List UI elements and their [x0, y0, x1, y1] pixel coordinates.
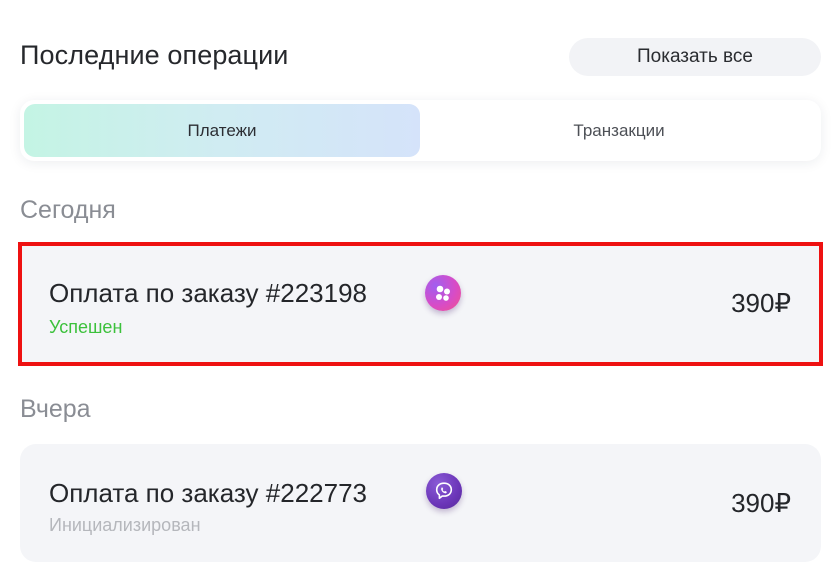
- show-all-button[interactable]: Показать все: [569, 38, 821, 76]
- operation-status: Успешен: [49, 317, 123, 337]
- tab-transactions[interactable]: Транзакции: [421, 104, 817, 157]
- operation-title: Оплата по заказу #223198: [49, 278, 367, 308]
- operation-card[interactable]: Оплата по заказу #223198 Успешен 390₽: [18, 242, 823, 366]
- tab-payments[interactable]: Платежи: [24, 104, 420, 157]
- dots-app-icon: [425, 275, 461, 311]
- date-group-label-today: Сегодня: [20, 196, 116, 224]
- operation-title: Оплата по заказу #222773: [49, 478, 367, 508]
- section-title: Последние операции: [20, 40, 289, 70]
- operation-amount: 390₽: [731, 288, 791, 318]
- date-group-label-yesterday: Вчера: [20, 395, 91, 423]
- viber-icon: [426, 473, 462, 509]
- operation-amount: 390₽: [731, 488, 791, 518]
- operations-tabs: Платежи Транзакции: [20, 100, 821, 161]
- operation-card[interactable]: Оплата по заказу #222773 Инициализирован…: [20, 444, 821, 562]
- operation-status: Инициализирован: [49, 515, 201, 535]
